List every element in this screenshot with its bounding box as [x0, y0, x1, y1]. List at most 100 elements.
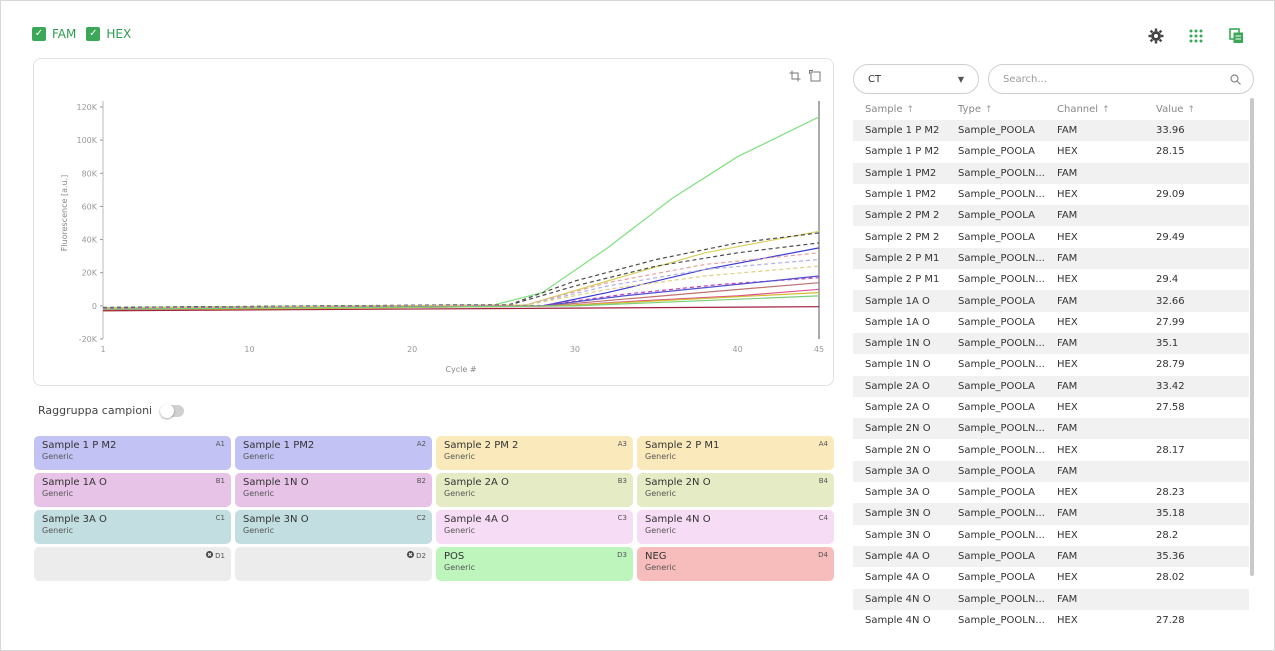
group-samples-toggle[interactable]: [160, 403, 185, 418]
table-cell: [1144, 247, 1249, 270]
table-row[interactable]: Sample 2 P M1 Sample_POOLN... HEX 29.4: [853, 269, 1249, 290]
table-cell: Sample_POOLA: [958, 231, 1035, 243]
well-position-label: D3: [617, 551, 627, 559]
table-row[interactable]: Sample 1A O Sample_POOLA HEX 27.99: [853, 312, 1249, 333]
fam-checkbox[interactable]: ✓: [32, 27, 46, 41]
plate-well[interactable]: Sample 2N O Generic B4: [637, 473, 834, 507]
x-axis-label: Cycle #: [445, 365, 476, 374]
y-tick-label: 0: [92, 302, 97, 311]
table-row[interactable]: Sample 2N O Sample_POOLN... FAM: [853, 418, 1249, 440]
column-header-value[interactable]: Value ↑: [1144, 98, 1249, 120]
sort-arrow-icon: ↑: [906, 104, 915, 115]
table-cell: FAM: [1045, 290, 1144, 312]
well-position-label: C4: [818, 514, 828, 522]
column-header-type[interactable]: Type ↑: [946, 98, 1045, 120]
well-position: C1: [216, 514, 225, 522]
table-cell: 28.23: [1156, 487, 1185, 499]
table-row[interactable]: Sample 1N O Sample_POOLN... HEX 28.79: [853, 354, 1249, 375]
well-position: B1: [216, 477, 225, 485]
well-sample-type: Generic: [645, 452, 677, 461]
x-tick-label: 10: [244, 345, 254, 354]
table-row[interactable]: Sample 1N O Sample_POOLN... FAM 35.1: [853, 332, 1249, 355]
remove-icon[interactable]: [407, 551, 415, 560]
remove-icon[interactable]: [206, 551, 214, 560]
plate-well[interactable]: Sample 2A O Generic B3: [436, 473, 633, 507]
plate-well[interactable]: POS Generic D3: [436, 547, 633, 581]
well-position: D2: [407, 551, 426, 560]
well-position-label: C3: [617, 514, 627, 522]
table-row[interactable]: Sample 4N O Sample_POOLN... FAM: [853, 588, 1249, 610]
table-cell: HEX: [1057, 444, 1078, 456]
well-sample-type: Generic: [645, 563, 677, 572]
table-row[interactable]: Sample 4N O Sample_POOLN... HEX 27.28: [853, 610, 1249, 631]
search-input[interactable]: [1001, 72, 1205, 86]
hex-label[interactable]: HEX: [106, 27, 131, 41]
table-row[interactable]: Sample 2 PM 2 Sample_POOLA HEX 29.49: [853, 226, 1249, 247]
chart-svg: 120K 100K 80K 60K 40K 20K 0 -20K1 10 20 30 40 45 Cycl…: [60, 101, 824, 374]
plate-well[interactable]: Sample 1A O Generic B1: [34, 473, 231, 507]
plate-well[interactable]: D1: [34, 547, 231, 581]
plate-well[interactable]: Sample 1 PM2 Generic A2: [235, 436, 432, 470]
table-cell: Sample_POOLA: [946, 460, 1045, 483]
well-position: C3: [618, 514, 627, 522]
plate-well[interactable]: Sample 2 P M1 Generic A4: [637, 436, 834, 470]
well-sample-name: NEG: [645, 551, 667, 562]
plate-well[interactable]: Sample 3N O Generic C2: [235, 510, 432, 544]
table-row[interactable]: Sample 1A O Sample_POOLA FAM 32.66: [853, 290, 1249, 312]
plate-well[interactable]: NEG Generic D4: [637, 547, 834, 581]
table-cell: 28.2: [1156, 529, 1179, 541]
table-cell: 32.66: [1144, 290, 1249, 312]
caret-down-icon: ▼: [957, 74, 964, 84]
metric-select[interactable]: CT ▼: [853, 64, 979, 94]
table-row[interactable]: Sample 1 P M2 Sample_POOLA FAM 33.96: [853, 120, 1249, 142]
y-tick-label: 60K: [82, 202, 98, 211]
well-sample-type: Generic: [444, 452, 476, 461]
table-row[interactable]: Sample 1 PM2 Sample_POOLN... FAM: [853, 162, 1249, 184]
table-row[interactable]: Sample 3A O Sample_POOLA HEX 28.23: [853, 482, 1249, 503]
hex-checkbox[interactable]: ✓: [86, 27, 101, 41]
table-row[interactable]: Sample 1 PM2 Sample_POOLN... HEX 29.09: [853, 184, 1249, 205]
table-row[interactable]: Sample 2 PM 2 Sample_POOLA FAM: [853, 205, 1249, 227]
well-sample-name: Sample 1A O: [42, 477, 107, 488]
table-row[interactable]: Sample 2A O Sample_POOLA FAM 33.42: [853, 375, 1249, 397]
table-cell: Sample_POOLN...: [958, 444, 1045, 456]
search-icon[interactable]: [1230, 70, 1241, 89]
table-row[interactable]: Sample 4A O Sample_POOLA FAM 35.36: [853, 545, 1249, 568]
table-row[interactable]: Sample 4A O Sample_POOLA HEX 28.02: [853, 567, 1249, 588]
well-position-label: C1: [215, 514, 225, 522]
copy-icon[interactable]: [1227, 27, 1245, 45]
sort-arrow-icon: ↑: [984, 104, 993, 115]
plate-well[interactable]: D2: [235, 547, 432, 581]
table-row[interactable]: Sample 2 P M1 Sample_POOLN... FAM: [853, 247, 1249, 270]
table-row[interactable]: Sample 1 P M2 Sample_POOLA HEX 28.15: [853, 141, 1249, 162]
fam-label[interactable]: FAM: [52, 27, 76, 41]
plate-well[interactable]: Sample 3A O Generic C1: [34, 510, 231, 544]
grid-dots-icon[interactable]: [1187, 27, 1205, 45]
column-header-channel[interactable]: Channel ↑: [1045, 98, 1144, 120]
table-row[interactable]: Sample 3A O Sample_POOLA FAM: [853, 460, 1249, 483]
search-box: [988, 64, 1254, 94]
table-cell: HEX: [1057, 487, 1078, 499]
settings-icon[interactable]: [1147, 27, 1165, 45]
table-row[interactable]: Sample 2A O Sample_POOLA HEX 27.58: [853, 397, 1249, 418]
table-header-row: Sample ↑ Type ↑ Channel ↑ Value ↑: [853, 98, 1249, 120]
table-row[interactable]: Sample 2N O Sample_POOLN... HEX 28.17: [853, 439, 1249, 460]
plate-well[interactable]: Sample 1N O Generic B2: [235, 473, 432, 507]
table-scrollbar[interactable]: [1250, 98, 1254, 576]
table-cell: 35.18: [1144, 503, 1249, 525]
column-header-sample[interactable]: Sample ↑: [853, 98, 946, 120]
y-tick-label: 120K: [76, 103, 97, 112]
well-position-label: B1: [215, 477, 225, 485]
table-cell: Sample_POOLN...: [958, 529, 1045, 541]
well-position: C4: [819, 514, 828, 522]
table-row[interactable]: Sample 3N O Sample_POOLN... FAM 35.18: [853, 503, 1249, 525]
plate-well[interactable]: Sample 1 P M2 Generic A1: [34, 436, 231, 470]
table-cell: 33.96: [1144, 120, 1249, 142]
table-cell: FAM: [1045, 545, 1144, 568]
well-sample-name: Sample 3N O: [243, 514, 309, 525]
plate-well[interactable]: Sample 2 PM 2 Generic A3: [436, 436, 633, 470]
well-position-label: D1: [215, 551, 225, 560]
table-row[interactable]: Sample 3N O Sample_POOLN... HEX 28.2: [853, 525, 1249, 546]
plate-well[interactable]: Sample 4N O Generic C4: [637, 510, 834, 544]
plate-well[interactable]: Sample 4A O Generic C3: [436, 510, 633, 544]
